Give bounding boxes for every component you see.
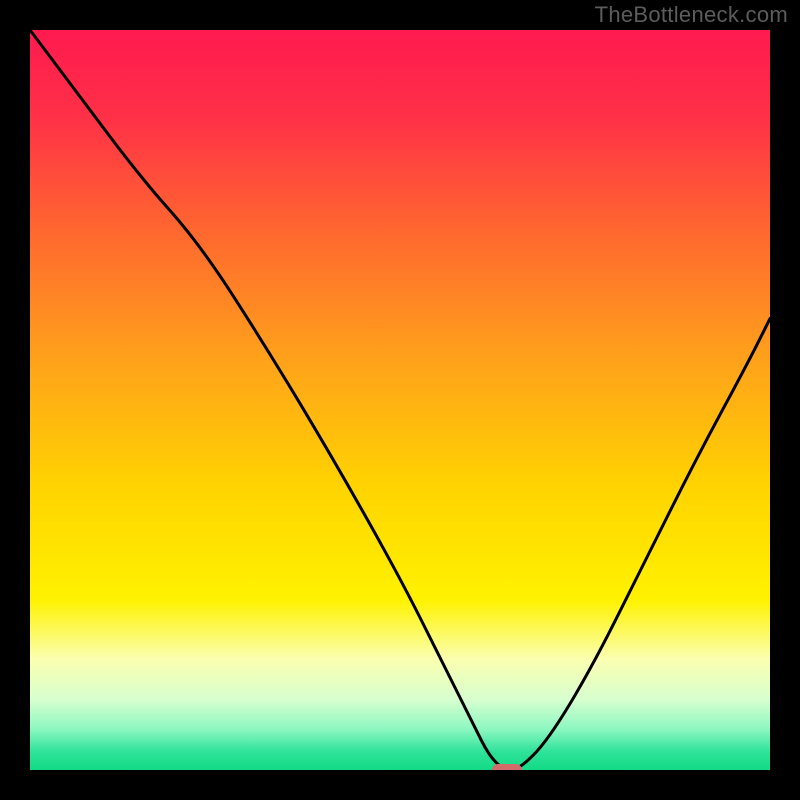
- plot-area: [30, 30, 770, 770]
- bottleneck-curve: [30, 30, 770, 770]
- optimal-marker: [492, 764, 522, 770]
- attribution-text: TheBottleneck.com: [595, 2, 788, 28]
- chart-frame: TheBottleneck.com: [0, 0, 800, 800]
